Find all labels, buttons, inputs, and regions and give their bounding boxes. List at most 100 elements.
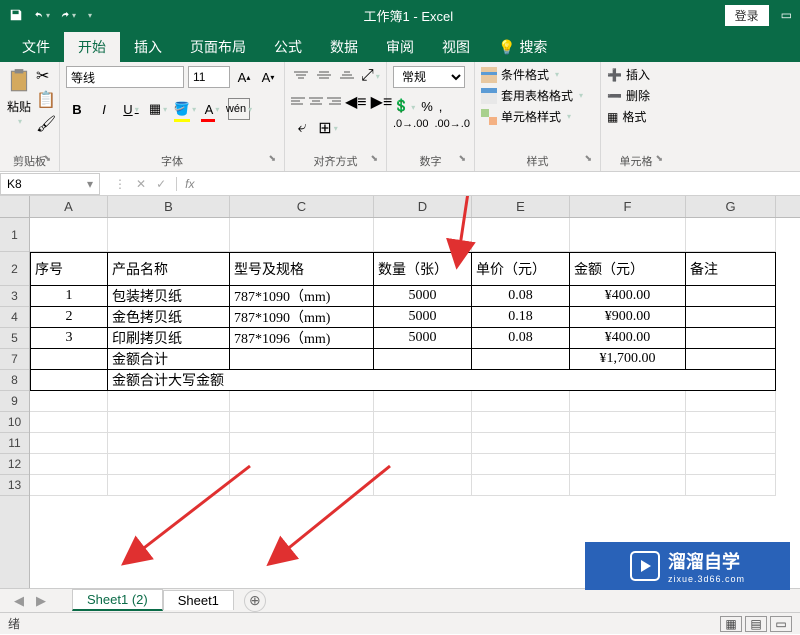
align-top-icon[interactable] — [291, 66, 310, 86]
undo-icon[interactable]: ▾ — [34, 7, 50, 23]
cell[interactable] — [30, 370, 108, 391]
cell[interactable]: 787*1090（mm) — [230, 286, 374, 307]
col-header-f[interactable]: F — [570, 196, 686, 217]
cell[interactable]: 787*1096（mm) — [230, 328, 374, 349]
cell[interactable] — [374, 475, 472, 496]
align-left-icon[interactable] — [291, 92, 305, 112]
cell[interactable] — [108, 412, 230, 433]
cell-style-button[interactable]: 单元格样式▾ — [481, 108, 583, 125]
cell[interactable] — [30, 391, 108, 412]
col-header-c[interactable]: C — [230, 196, 374, 217]
cell[interactable]: 印刷拷贝纸 — [108, 328, 230, 349]
cell[interactable] — [472, 349, 570, 370]
italic-button[interactable]: I — [93, 98, 115, 120]
cell[interactable]: 1 — [30, 286, 108, 307]
row-header[interactable]: 8 — [0, 370, 29, 391]
save-icon[interactable] — [8, 7, 24, 23]
cell[interactable]: 备注 — [686, 252, 776, 286]
cell[interactable] — [230, 454, 374, 475]
cell[interactable] — [686, 328, 776, 349]
cell[interactable] — [472, 412, 570, 433]
row-header[interactable]: 5 — [0, 328, 29, 349]
cell[interactable] — [472, 475, 570, 496]
cell[interactable]: ¥400.00 — [570, 286, 686, 307]
cell[interactable]: 5000 — [374, 286, 472, 307]
row-header[interactable]: 12 — [0, 454, 29, 475]
tab-view[interactable]: 视图 — [428, 32, 484, 62]
grow-font-icon[interactable]: A▴ — [234, 66, 254, 88]
cell[interactable] — [570, 218, 686, 252]
cell[interactable]: 数量（张） — [374, 252, 472, 286]
cell[interactable] — [570, 391, 686, 412]
cell[interactable] — [230, 218, 374, 252]
align-middle-icon[interactable] — [314, 66, 333, 86]
cell[interactable]: 包装拷贝纸 — [108, 286, 230, 307]
cell[interactable] — [30, 454, 108, 475]
row-header[interactable]: 13 — [0, 475, 29, 496]
redo-icon[interactable]: ▾ — [60, 7, 76, 23]
cell[interactable]: 5000 — [374, 307, 472, 328]
cell[interactable] — [686, 286, 776, 307]
cell[interactable] — [230, 391, 374, 412]
col-header-a[interactable]: A — [30, 196, 108, 217]
tab-insert[interactable]: 插入 — [120, 32, 176, 62]
view-page-icon[interactable]: ▤ — [745, 616, 767, 632]
cell[interactable]: 序号 — [30, 252, 108, 286]
row-header[interactable]: 3 — [0, 286, 29, 307]
col-header-d[interactable]: D — [374, 196, 472, 217]
cell[interactable] — [230, 349, 374, 370]
cell[interactable] — [230, 433, 374, 454]
cell[interactable] — [686, 307, 776, 328]
tab-file[interactable]: 文件 — [8, 32, 64, 62]
cell[interactable] — [374, 349, 472, 370]
cell[interactable]: ¥1,700.00 — [570, 349, 686, 370]
cell[interactable] — [108, 391, 230, 412]
select-all-corner[interactable] — [0, 196, 30, 217]
tab-layout[interactable]: 页面布局 — [176, 32, 260, 62]
view-normal-icon[interactable]: ▦ — [720, 616, 742, 632]
cell[interactable] — [30, 218, 108, 252]
merge-cells-icon[interactable]: ⊞▾ — [317, 118, 339, 138]
cell[interactable]: 2 — [30, 307, 108, 328]
cell[interactable] — [374, 218, 472, 252]
cell[interactable] — [374, 412, 472, 433]
percent-icon[interactable]: % — [421, 99, 433, 114]
cell[interactable]: 5000 — [374, 328, 472, 349]
tab-home[interactable]: 开始 — [64, 32, 120, 62]
currency-icon[interactable]: 💲▾ — [393, 98, 415, 114]
cell[interactable]: ¥900.00 — [570, 307, 686, 328]
name-box[interactable]: K8 ▾ — [0, 173, 100, 195]
cell[interactable]: 787*1090（mm) — [230, 307, 374, 328]
cell[interactable] — [374, 433, 472, 454]
font-color-button[interactable]: A▾ — [201, 98, 223, 120]
login-button[interactable]: 登录 — [725, 5, 769, 26]
wrap-text-icon[interactable]: ⤶ — [291, 118, 313, 138]
cell[interactable] — [686, 218, 776, 252]
cell[interactable]: 0.08 — [472, 286, 570, 307]
cell[interactable]: 单价（元） — [472, 252, 570, 286]
cell[interactable] — [108, 475, 230, 496]
col-header-g[interactable]: G — [686, 196, 776, 217]
sheet-nav-next-icon[interactable]: ▶ — [30, 593, 52, 609]
align-bottom-icon[interactable] — [338, 66, 357, 86]
orientation-icon[interactable]: ⤢▾ — [361, 66, 380, 86]
cell[interactable]: 产品名称 — [108, 252, 230, 286]
col-header-b[interactable]: B — [108, 196, 230, 217]
cell[interactable] — [570, 433, 686, 454]
row-header[interactable]: 4 — [0, 307, 29, 328]
cell[interactable]: 0.18 — [472, 307, 570, 328]
conditional-format-button[interactable]: 条件格式▾ — [481, 66, 583, 83]
tab-review[interactable]: 审阅 — [372, 32, 428, 62]
cell[interactable]: ¥400.00 — [570, 328, 686, 349]
format-painter-icon[interactable]: 🖌 — [36, 114, 56, 134]
comma-icon[interactable]: , — [439, 99, 443, 114]
increase-decimal-icon[interactable]: .0→.00 — [393, 118, 428, 130]
sheet-tab-1[interactable]: Sheet1 (2) — [72, 589, 163, 611]
cells-grid[interactable]: 序号 产品名称 型号及规格 数量（张） 单价（元） 金额（元） 备注 1 包装拷… — [30, 218, 800, 588]
row-header[interactable]: 7 — [0, 349, 29, 370]
decrease-decimal-icon[interactable]: .00→.0 — [434, 118, 469, 130]
row-header[interactable]: 2 — [0, 252, 29, 286]
cell[interactable] — [472, 218, 570, 252]
sheet-nav-prev-icon[interactable]: ◀ — [8, 593, 30, 609]
font-name-select[interactable] — [66, 66, 184, 88]
